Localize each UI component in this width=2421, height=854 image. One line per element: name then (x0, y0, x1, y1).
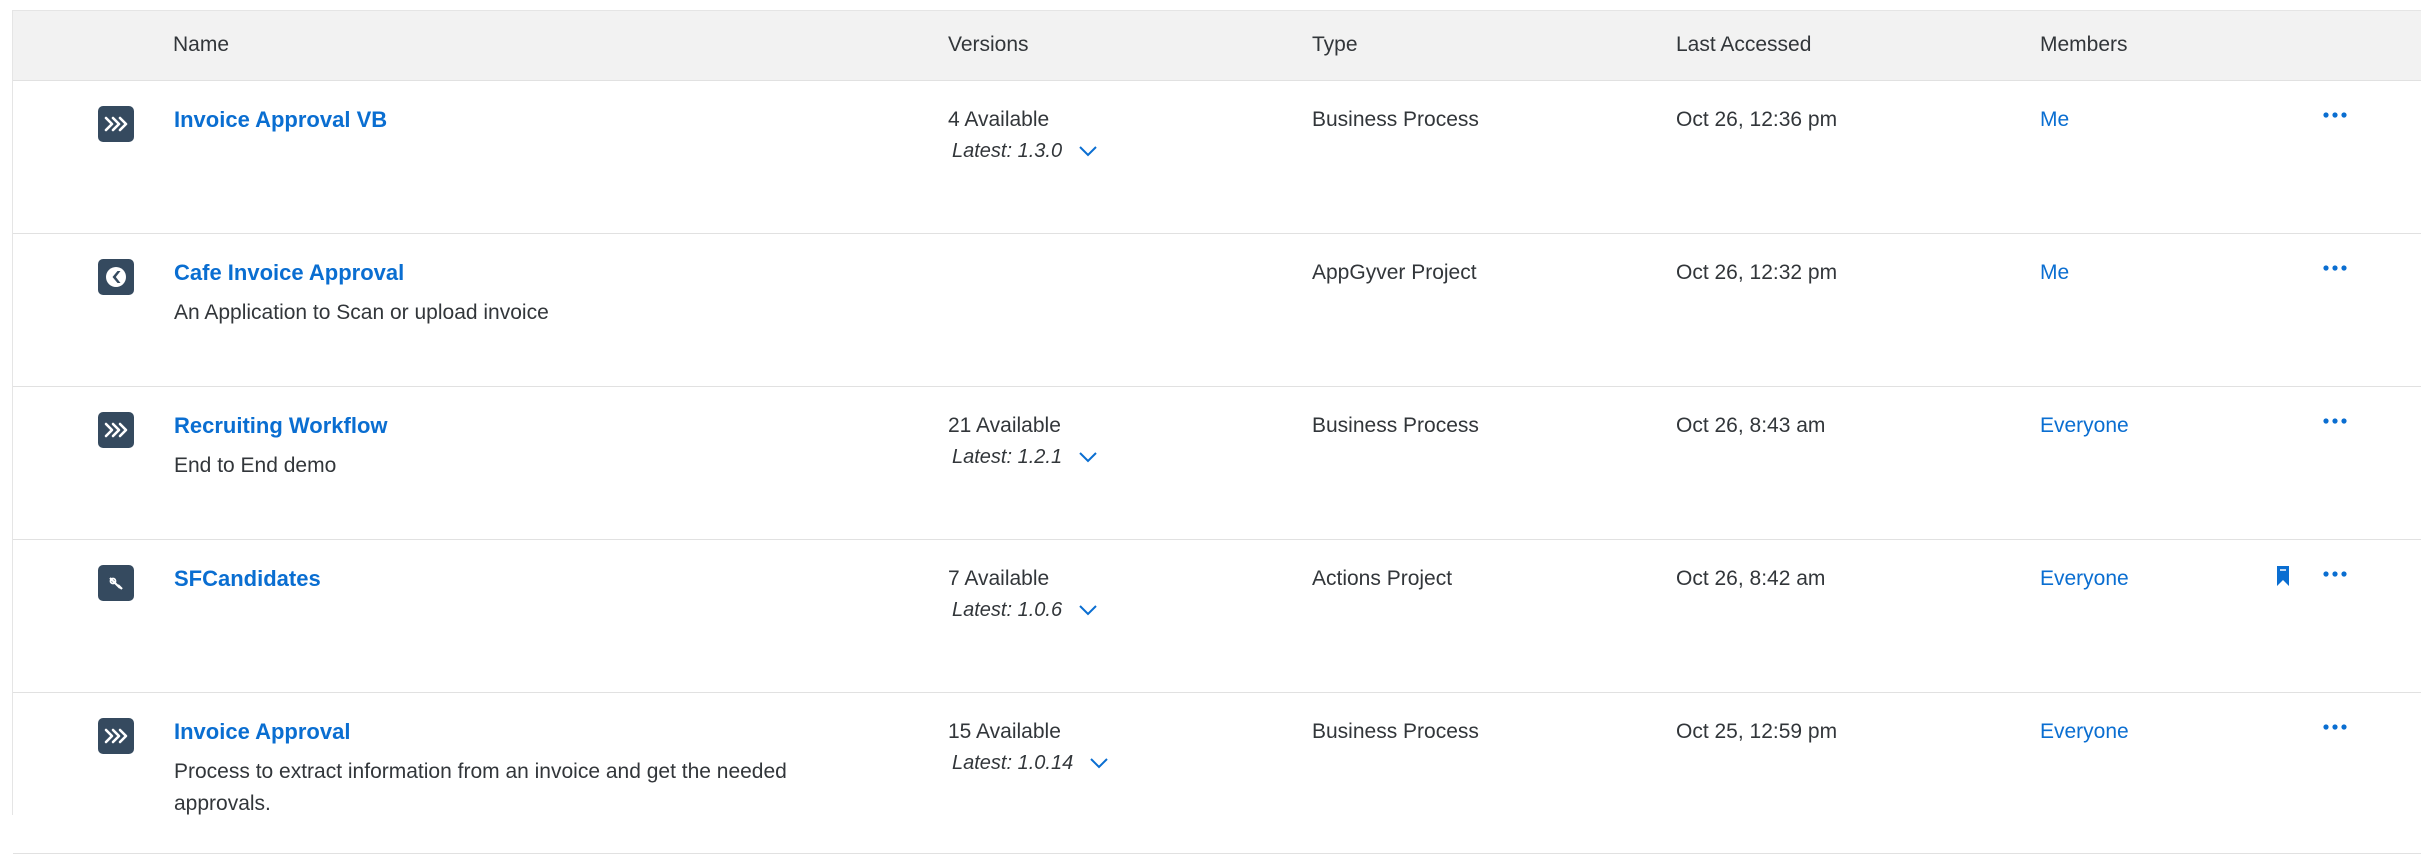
bookmark-icon[interactable] (2276, 565, 2290, 592)
versions-latest-label: Latest: 1.2.1 (952, 446, 1063, 468)
versions-count: 7 Available (948, 567, 1050, 590)
project-name-link[interactable]: Invoice Approval (174, 719, 350, 745)
members-link[interactable]: Everyone (2040, 720, 2129, 744)
versions-latest-dropdown[interactable]: Latest: 1.0.6 (952, 599, 1098, 622)
versions-count: 15 Available (948, 720, 1061, 743)
table-row[interactable]: Invoice Approval VB 4 Available Latest: … (13, 81, 2421, 234)
project-type: Business Process (1312, 720, 1479, 743)
more-options-icon[interactable] (2319, 409, 2351, 433)
versions-latest-dropdown[interactable]: Latest: 1.2.1 (952, 446, 1098, 469)
last-accessed: Oct 26, 8:42 am (1676, 567, 1826, 590)
process-chevrons-icon (98, 412, 134, 448)
column-header-name[interactable]: Name (173, 33, 229, 57)
chevron-down-icon[interactable] (1078, 140, 1098, 163)
project-type: AppGyver Project (1312, 261, 1477, 284)
versions-count: 4 Available (948, 108, 1050, 131)
members-link[interactable]: Me (2040, 108, 2069, 132)
members-link[interactable]: Everyone (2040, 414, 2129, 438)
project-name-link[interactable]: Recruiting Workflow (174, 413, 388, 439)
column-header-last-accessed[interactable]: Last Accessed (1676, 33, 1811, 57)
project-name-link[interactable]: Cafe Invoice Approval (174, 260, 404, 286)
members-link[interactable]: Everyone (2040, 567, 2129, 591)
project-name-link[interactable]: Invoice Approval VB (174, 107, 387, 133)
last-accessed: Oct 26, 12:36 pm (1676, 108, 1838, 131)
chevron-down-icon[interactable] (1078, 446, 1098, 469)
table-header: Name Versions Type Last Accessed Members (13, 11, 2421, 81)
versions-latest-label: Latest: 1.3.0 (952, 140, 1063, 162)
last-accessed: Oct 25, 12:59 pm (1676, 720, 1838, 743)
table-row[interactable]: Invoice Approval Process to extract info… (13, 693, 2421, 854)
projects-table: Name Versions Type Last Accessed Members… (12, 10, 2421, 854)
table-row[interactable]: Cafe Invoice Approval An Application to … (13, 234, 2421, 387)
process-chevrons-icon (98, 106, 134, 142)
more-options-icon[interactable] (2319, 256, 2351, 280)
last-accessed: Oct 26, 8:43 am (1676, 414, 1826, 437)
chevron-down-icon[interactable] (1078, 599, 1098, 622)
project-type: Business Process (1312, 414, 1479, 437)
process-chevrons-icon (98, 718, 134, 754)
chevron-down-icon[interactable] (1089, 752, 1109, 775)
column-header-members[interactable]: Members (2040, 33, 2128, 57)
versions-latest-dropdown[interactable]: Latest: 1.3.0 (952, 140, 1098, 163)
versions-latest-dropdown[interactable]: Latest: 1.0.14 (952, 752, 1109, 775)
project-name-link[interactable]: SFCandidates (174, 566, 321, 592)
table-row[interactable]: SFCandidates 7 Available Latest: 1.0.6 A… (13, 540, 2421, 693)
project-type: Actions Project (1312, 567, 1453, 590)
column-header-versions[interactable]: Versions (948, 33, 1029, 57)
table-row[interactable]: Recruiting Workflow End to End demo 21 A… (13, 387, 2421, 540)
versions-latest-label: Latest: 1.0.6 (952, 599, 1063, 621)
project-description: End to End demo (174, 454, 337, 477)
project-description: Process to extract information from an i… (174, 760, 787, 815)
appgyver-logo-icon (98, 259, 134, 295)
project-type: Business Process (1312, 108, 1479, 131)
last-accessed: Oct 26, 12:32 pm (1676, 261, 1838, 284)
more-options-icon[interactable] (2319, 103, 2351, 127)
column-header-type[interactable]: Type (1312, 33, 1358, 57)
members-link[interactable]: Me (2040, 261, 2069, 285)
actions-connector-icon (98, 565, 134, 601)
versions-latest-label: Latest: 1.0.14 (952, 752, 1074, 774)
more-options-icon[interactable] (2319, 715, 2351, 739)
more-options-icon[interactable] (2319, 562, 2351, 586)
versions-count: 21 Available (948, 414, 1061, 437)
project-description: An Application to Scan or upload invoice (174, 301, 549, 324)
